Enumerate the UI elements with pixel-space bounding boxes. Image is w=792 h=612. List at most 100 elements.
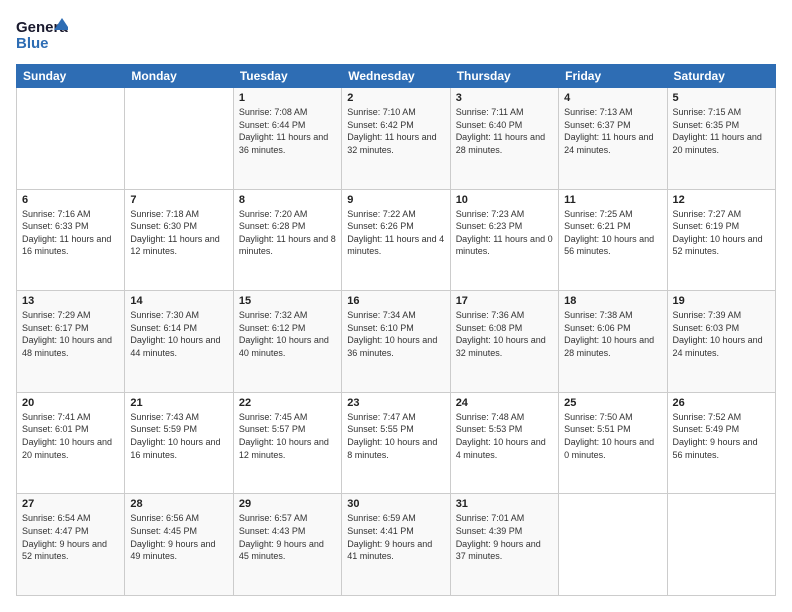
day-info: Sunrise: 7:34 AM Sunset: 6:10 PM Dayligh… (347, 309, 444, 359)
day-number: 9 (347, 194, 444, 206)
day-number: 22 (239, 397, 336, 409)
week-row-1: 1 Sunrise: 7:08 AM Sunset: 6:44 PM Daylig… (17, 88, 776, 190)
page: General Blue SundayMondayTuesdayWednesda… (0, 0, 792, 612)
day-number: 7 (130, 194, 227, 206)
cell-w3-d7: 19 Sunrise: 7:39 AM Sunset: 6:03 PM Dayli… (667, 291, 775, 393)
cell-w3-d4: 16 Sunrise: 7:34 AM Sunset: 6:10 PM Dayli… (342, 291, 450, 393)
cell-w4-d3: 22 Sunrise: 7:45 AM Sunset: 5:57 PM Dayli… (233, 392, 341, 494)
header-saturday: Saturday (667, 65, 775, 88)
day-number: 18 (564, 295, 661, 307)
day-info: Sunrise: 7:36 AM Sunset: 6:08 PM Dayligh… (456, 309, 553, 359)
calendar-header: SundayMondayTuesdayWednesdayThursdayFrid… (17, 65, 776, 88)
cell-w1-d2 (125, 88, 233, 190)
cell-w5-d3: 29 Sunrise: 6:57 AM Sunset: 4:43 PM Dayli… (233, 494, 341, 596)
header-friday: Friday (559, 65, 667, 88)
cell-w1-d1 (17, 88, 125, 190)
day-info: Sunrise: 7:22 AM Sunset: 6:26 PM Dayligh… (347, 208, 444, 258)
week-row-3: 13 Sunrise: 7:29 AM Sunset: 6:17 PM Dayli… (17, 291, 776, 393)
cell-w2-d5: 10Sunrise: 7:23 AM Sunset: 6:23 PM Dayli… (450, 189, 558, 291)
cell-w5-d6 (559, 494, 667, 596)
cell-w4-d1: 20 Sunrise: 7:41 AM Sunset: 6:01 PM Dayli… (17, 392, 125, 494)
calendar-body: 1 Sunrise: 7:08 AM Sunset: 6:44 PM Daylig… (17, 88, 776, 596)
week-row-2: 6 Sunrise: 7:16 AM Sunset: 6:33 PM Daylig… (17, 189, 776, 291)
header-wednesday: Wednesday (342, 65, 450, 88)
day-info: Sunrise: 7:50 AM Sunset: 5:51 PM Dayligh… (564, 411, 661, 461)
day-number: 11 (564, 194, 661, 206)
day-number: 4 (564, 92, 661, 104)
header-thursday: Thursday (450, 65, 558, 88)
day-info: Sunrise: 7:10 AM Sunset: 6:42 PM Dayligh… (347, 106, 444, 156)
day-number: 26 (673, 397, 770, 409)
day-number: 15 (239, 295, 336, 307)
cell-w1-d7: 5 Sunrise: 7:15 AM Sunset: 6:35 PM Daylig… (667, 88, 775, 190)
day-info: Sunrise: 7:41 AM Sunset: 6:01 PM Dayligh… (22, 411, 119, 461)
day-info: Sunrise: 7:30 AM Sunset: 6:14 PM Dayligh… (130, 309, 227, 359)
cell-w5-d4: 30 Sunrise: 6:59 AM Sunset: 4:41 PM Dayli… (342, 494, 450, 596)
day-info: Sunrise: 7:01 AM Sunset: 4:39 PM Dayligh… (456, 512, 553, 562)
day-info: Sunrise: 7:48 AM Sunset: 5:53 PM Dayligh… (456, 411, 553, 461)
cell-w5-d1: 27 Sunrise: 6:54 AM Sunset: 4:47 PM Dayli… (17, 494, 125, 596)
day-info: Sunrise: 7:08 AM Sunset: 6:44 PM Dayligh… (239, 106, 336, 156)
cell-w5-d2: 28 Sunrise: 6:56 AM Sunset: 4:45 PM Dayli… (125, 494, 233, 596)
day-info: Sunrise: 6:56 AM Sunset: 4:45 PM Dayligh… (130, 512, 227, 562)
cell-w4-d2: 21 Sunrise: 7:43 AM Sunset: 5:59 PM Dayli… (125, 392, 233, 494)
day-info: Sunrise: 7:52 AM Sunset: 5:49 PM Dayligh… (673, 411, 770, 461)
header-sunday: Sunday (17, 65, 125, 88)
svg-text:Blue: Blue (16, 35, 49, 52)
cell-w4-d5: 24 Sunrise: 7:48 AM Sunset: 5:53 PM Dayli… (450, 392, 558, 494)
cell-w2-d2: 7Sunrise: 7:18 AM Sunset: 6:30 PM Daylig… (125, 189, 233, 291)
cell-w3-d1: 13 Sunrise: 7:29 AM Sunset: 6:17 PM Dayli… (17, 291, 125, 393)
cell-w1-d5: 3 Sunrise: 7:11 AM Sunset: 6:40 PM Daylig… (450, 88, 558, 190)
day-info: Sunrise: 6:57 AM Sunset: 4:43 PM Dayligh… (239, 512, 336, 562)
day-info: Sunrise: 7:15 AM Sunset: 6:35 PM Dayligh… (673, 106, 770, 156)
logo-svg: General Blue (16, 16, 68, 54)
header-tuesday: Tuesday (233, 65, 341, 88)
day-number: 3 (456, 92, 553, 104)
day-info: Sunrise: 7:20 AM Sunset: 6:28 PM Dayligh… (239, 208, 336, 258)
cell-w1-d6: 4 Sunrise: 7:13 AM Sunset: 6:37 PM Daylig… (559, 88, 667, 190)
logo: General Blue (16, 16, 68, 54)
day-info: Sunrise: 7:23 AM Sunset: 6:23 PM Dayligh… (456, 208, 553, 258)
cell-w2-d6: 11 Sunrise: 7:25 AM Sunset: 6:21 PM Dayli… (559, 189, 667, 291)
day-info: Sunrise: 7:45 AM Sunset: 5:57 PM Dayligh… (239, 411, 336, 461)
cell-w3-d2: 14Sunrise: 7:30 AM Sunset: 6:14 PM Dayli… (125, 291, 233, 393)
cell-w1-d3: 1 Sunrise: 7:08 AM Sunset: 6:44 PM Daylig… (233, 88, 341, 190)
day-info: Sunrise: 7:11 AM Sunset: 6:40 PM Dayligh… (456, 106, 553, 156)
day-number: 27 (22, 498, 119, 510)
day-number: 30 (347, 498, 444, 510)
day-info: Sunrise: 6:54 AM Sunset: 4:47 PM Dayligh… (22, 512, 119, 562)
cell-w3-d5: 17 Sunrise: 7:36 AM Sunset: 6:08 PM Dayli… (450, 291, 558, 393)
day-number: 5 (673, 92, 770, 104)
day-number: 16 (347, 295, 444, 307)
day-number: 28 (130, 498, 227, 510)
day-info: Sunrise: 7:39 AM Sunset: 6:03 PM Dayligh… (673, 309, 770, 359)
day-number: 29 (239, 498, 336, 510)
day-number: 20 (22, 397, 119, 409)
cell-w2-d7: 12Sunrise: 7:27 AM Sunset: 6:19 PM Dayli… (667, 189, 775, 291)
week-row-5: 27 Sunrise: 6:54 AM Sunset: 4:47 PM Dayli… (17, 494, 776, 596)
day-info: Sunrise: 7:25 AM Sunset: 6:21 PM Dayligh… (564, 208, 661, 258)
header: General Blue (16, 16, 776, 54)
header-row: SundayMondayTuesdayWednesdayThursdayFrid… (17, 65, 776, 88)
cell-w2-d3: 8 Sunrise: 7:20 AM Sunset: 6:28 PM Daylig… (233, 189, 341, 291)
cell-w5-d5: 31 Sunrise: 7:01 AM Sunset: 4:39 PM Dayli… (450, 494, 558, 596)
day-number: 17 (456, 295, 553, 307)
cell-w5-d7 (667, 494, 775, 596)
day-info: Sunrise: 6:59 AM Sunset: 4:41 PM Dayligh… (347, 512, 444, 562)
day-number: 21 (130, 397, 227, 409)
day-number: 23 (347, 397, 444, 409)
day-number: 1 (239, 92, 336, 104)
day-number: 6 (22, 194, 119, 206)
day-info: Sunrise: 7:47 AM Sunset: 5:55 PM Dayligh… (347, 411, 444, 461)
day-info: Sunrise: 7:38 AM Sunset: 6:06 PM Dayligh… (564, 309, 661, 359)
day-number: 8 (239, 194, 336, 206)
day-number: 24 (456, 397, 553, 409)
day-info: Sunrise: 7:13 AM Sunset: 6:37 PM Dayligh… (564, 106, 661, 156)
cell-w2-d4: 9 Sunrise: 7:22 AM Sunset: 6:26 PM Daylig… (342, 189, 450, 291)
day-info: Sunrise: 7:43 AM Sunset: 5:59 PM Dayligh… (130, 411, 227, 461)
day-number: 19 (673, 295, 770, 307)
day-number: 31 (456, 498, 553, 510)
day-number: 13 (22, 295, 119, 307)
day-info: Sunrise: 7:29 AM Sunset: 6:17 PM Dayligh… (22, 309, 119, 359)
day-info: Sunrise: 7:16 AM Sunset: 6:33 PM Dayligh… (22, 208, 119, 258)
